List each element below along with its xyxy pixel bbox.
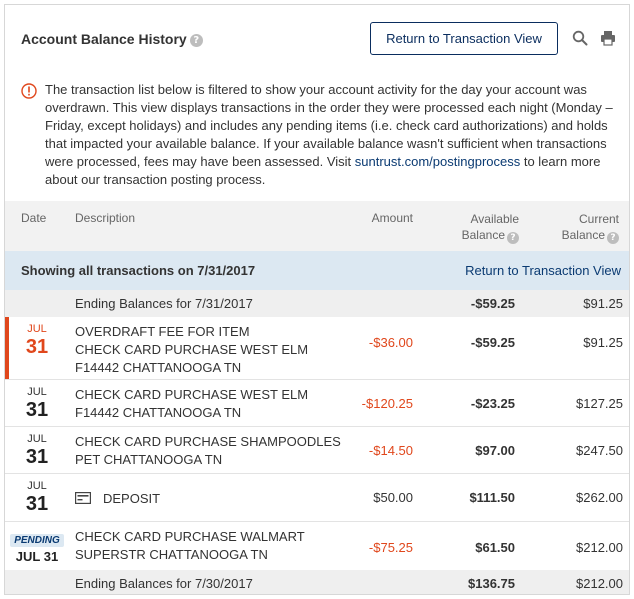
transaction-available-balance: $61.50 [475, 540, 515, 555]
column-header-date: Date [21, 211, 47, 225]
column-header-description: Description [75, 211, 136, 225]
ending-balance-label: Ending Balances for 7/30/2017 [75, 576, 253, 591]
page-title: Account Balance History? [21, 31, 203, 47]
transaction-date: JUL 31 [19, 433, 55, 468]
question-circle-icon[interactable]: ? [189, 34, 203, 47]
ending-balance-row: Ending Balances for 7/31/2017 -$59.25 $9… [5, 290, 629, 317]
transaction-month: JUL [27, 433, 47, 445]
transaction-day: 31 [25, 399, 49, 421]
transaction-available-balance: $111.50 [469, 490, 515, 505]
description-line: SUPERSTR CHATTANOOGA TN [75, 547, 268, 562]
transaction-available-balance: $97.00 [475, 443, 515, 458]
pending-badge: PENDING [10, 534, 64, 547]
column-header-available-balance: Available Balance? [431, 211, 519, 244]
return-to-transaction-view-button[interactable]: Return to Transaction View [370, 22, 558, 55]
table-row[interactable]: JUL 31 CHECK CARD PURCHASE WEST ELM F144… [5, 380, 629, 427]
ending-balance-label: Ending Balances for 7/31/2017 [75, 296, 253, 311]
description-line: CHECK CARD PURCHASE WEST ELM [75, 387, 309, 402]
transaction-current-balance: $262.00 [576, 490, 623, 505]
pending-date: JUL 31 [15, 549, 59, 564]
question-circle-icon[interactable]: ? [507, 232, 519, 244]
table-row[interactable]: JUL 31 CHECK CARD PURCHASE SHAMPOODLES P… [5, 427, 629, 474]
transaction-date: JUL 31 [19, 480, 55, 515]
transaction-day: 31 [25, 446, 49, 468]
page-title-text: Account Balance History [21, 31, 187, 47]
overdraft-accent-bar [5, 317, 9, 379]
ending-current-balance: $91.25 [583, 296, 623, 311]
transaction-current-balance: $212.00 [576, 540, 623, 555]
transaction-amount: -$120.25 [361, 396, 413, 411]
transaction-day: 31 [25, 336, 49, 358]
transaction-date: PENDING JUL 31 [9, 531, 65, 564]
ending-available-balance: -$59.25 [470, 296, 515, 311]
description-line: CHECK CARD PURCHASE WEST ELM [75, 342, 309, 357]
column-header-amount: Amount [371, 211, 413, 225]
deposit-icon [75, 492, 91, 504]
column-header-current-line1: Current [578, 212, 619, 226]
description-line: CHECK CARD PURCHASE SHAMPOODLES [75, 434, 341, 449]
transaction-available-balance: -$59.25 [470, 335, 515, 350]
account-balance-history-panel: Account Balance History? Return to Trans… [4, 4, 630, 595]
search-icon[interactable] [572, 30, 588, 46]
transaction-month: JUL [27, 386, 47, 398]
panel-header: Account Balance History? Return to Trans… [5, 5, 629, 67]
description-line: DEPOSIT [103, 491, 161, 506]
transaction-current-balance: $127.25 [576, 396, 623, 411]
posting-process-link[interactable]: suntrust.com/postingprocess [355, 154, 520, 169]
transaction-current-balance: $247.50 [576, 443, 623, 458]
transaction-month: JUL [27, 480, 47, 492]
showing-transactions-text: Showing all transactions on 7/31/2017 [21, 263, 256, 278]
transaction-date: JUL 31 [19, 386, 55, 421]
ending-current-balance: $212.00 [576, 576, 623, 591]
overdraft-notice: The transaction list below is filtered t… [21, 81, 621, 189]
table-row[interactable]: JUL 31 DEPOSIT $50.00 $111.50 $262.00 [5, 474, 629, 522]
description-line: F14442 CHATTANOOGA TN [75, 405, 242, 420]
table-row[interactable]: PENDING JUL 31 CHECK CARD PURCHASE WALMA… [5, 522, 629, 571]
transaction-amount: -$75.25 [368, 540, 413, 555]
transaction-amount: -$14.50 [368, 443, 413, 458]
column-header-available-line2: Balance [461, 228, 505, 242]
transaction-description: OVERDRAFT FEE FOR ITEM CHECK CARD PURCHA… [75, 323, 308, 377]
column-header-current-balance: Current Balance? [529, 211, 619, 244]
print-icon[interactable] [600, 30, 616, 46]
description-line: OVERDRAFT FEE FOR ITEM [75, 324, 250, 339]
return-to-transaction-view-link[interactable]: Return to Transaction View [465, 263, 621, 278]
showing-transactions-bar: Showing all transactions on 7/31/2017 Re… [5, 251, 629, 290]
description-line: CHECK CARD PURCHASE WALMART [75, 529, 305, 544]
description-line: PET CHATTANOOGA TN [75, 452, 223, 467]
transaction-description: CHECK CARD PURCHASE SHAMPOODLES PET CHAT… [75, 433, 341, 469]
ending-available-balance: $136.75 [468, 576, 515, 591]
info-circle-icon [21, 83, 37, 99]
notice-text: The transaction list below is filtered t… [45, 81, 623, 189]
transaction-amount: $50.00 [373, 490, 413, 505]
column-header-current-line2: Balance [561, 228, 605, 242]
question-circle-icon[interactable]: ? [607, 232, 619, 244]
transaction-description: DEPOSIT [75, 490, 160, 508]
transaction-date: JUL 31 [19, 323, 55, 358]
transaction-current-balance: $91.25 [583, 335, 623, 350]
transaction-day: 31 [25, 493, 49, 515]
description-line: F14442 CHATTANOOGA TN [75, 360, 242, 375]
transaction-amount: -$36.00 [368, 335, 413, 350]
transaction-available-balance: -$23.25 [470, 396, 515, 411]
transaction-description: CHECK CARD PURCHASE WALMART SUPERSTR CHA… [75, 528, 305, 564]
column-header-available-line1: Available [470, 212, 519, 226]
transaction-description: CHECK CARD PURCHASE WEST ELM F14442 CHAT… [75, 386, 308, 422]
ending-balance-row: Ending Balances for 7/30/2017 $136.75 $2… [5, 570, 629, 594]
table-header: Date Description Amount Available Balanc… [5, 201, 629, 251]
table-row[interactable]: JUL 31 OVERDRAFT FEE FOR ITEM CHECK CARD… [5, 317, 629, 380]
transaction-month: JUL [27, 323, 47, 335]
